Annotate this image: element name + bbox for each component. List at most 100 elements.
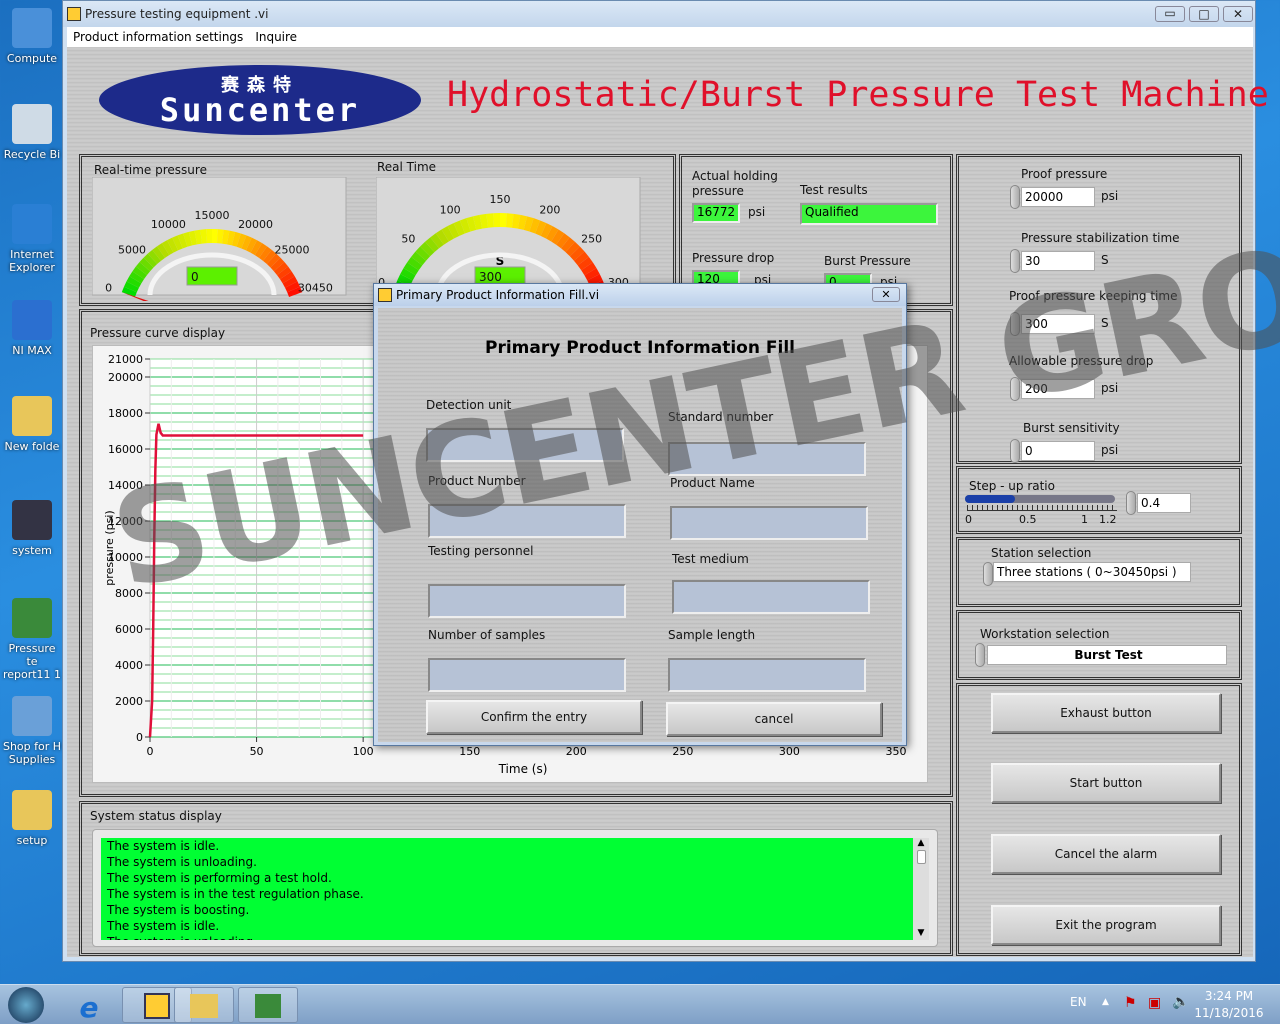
- dialog-title: Primary Product Information Fill.vi: [396, 288, 600, 302]
- setting-spinner[interactable]: [1010, 439, 1020, 463]
- y-tick-label: 8000: [115, 587, 143, 600]
- volume-icon[interactable]: 🔈: [1172, 994, 1189, 1010]
- dialog-field-input[interactable]: [428, 584, 626, 618]
- minimize-button[interactable]: ▭: [1155, 6, 1185, 22]
- y-tick-label: 20000: [108, 371, 143, 384]
- setting-spinner[interactable]: [1010, 377, 1020, 401]
- desktop-icon-label: system: [12, 544, 52, 557]
- setting-input[interactable]: 20000: [1021, 187, 1095, 207]
- dialog-field-input[interactable]: [670, 506, 868, 540]
- clock-time[interactable]: 3:24 PM: [1196, 989, 1262, 1003]
- menu-inquire[interactable]: Inquire: [249, 27, 303, 47]
- dialog-close-button[interactable]: ✕: [872, 287, 900, 302]
- dialog-field-input[interactable]: [426, 428, 624, 462]
- dialog-field-input[interactable]: [428, 504, 626, 538]
- station-spinner[interactable]: [983, 562, 993, 586]
- stepup-value[interactable]: 0.4: [1137, 493, 1191, 513]
- exit-program-button[interactable]: Exit the program: [991, 905, 1221, 945]
- workstation-select[interactable]: Burst Test: [987, 645, 1227, 665]
- status-list: The system is idle. The system is unloadi…: [101, 838, 913, 940]
- maximize-button[interactable]: □: [1189, 6, 1219, 22]
- y-tick-label: 14000: [108, 479, 143, 492]
- stepup-spinner[interactable]: [1126, 491, 1136, 515]
- gauge-arc-segment: [500, 213, 507, 228]
- status-scrollbar[interactable]: ▲ ▼: [913, 838, 929, 940]
- setting-input[interactable]: 30: [1021, 251, 1095, 271]
- exhaust-button[interactable]: Exhaust button: [991, 693, 1221, 733]
- buttons-panel: Exhaust button Start button Cancel the a…: [956, 683, 1242, 956]
- gauge-arc-segment: [206, 229, 212, 244]
- setting-label: Allowable pressure drop: [1009, 354, 1154, 368]
- station-select[interactable]: Three stations ( 0~30450psi ): [993, 562, 1191, 582]
- gauge-tick-label: 30450: [298, 281, 333, 294]
- setting-spinner[interactable]: [1010, 312, 1020, 336]
- desktop-icon[interactable]: Compute: [2, 8, 62, 65]
- gauge-tick-label: 20000: [238, 218, 273, 231]
- taskbar-explorer[interactable]: [174, 987, 234, 1023]
- desktop-icon[interactable]: system: [2, 500, 62, 557]
- taskbar-excel[interactable]: [238, 987, 298, 1023]
- gauge-tick-label: 150: [490, 193, 511, 206]
- close-button[interactable]: ✕: [1223, 6, 1253, 22]
- clock-date[interactable]: 11/18/2016: [1194, 1006, 1264, 1020]
- setting-spinner[interactable]: [1010, 249, 1020, 273]
- gauge-tick-label: 15000: [195, 209, 230, 222]
- internet-explorer-icon[interactable]: e: [72, 991, 106, 1024]
- setting-input[interactable]: 200: [1021, 379, 1095, 399]
- desktop-icon[interactable]: Shop for H Supplies: [2, 696, 62, 766]
- setting-input[interactable]: 0: [1021, 441, 1095, 461]
- start-button[interactable]: Start button: [991, 763, 1221, 803]
- status-line: The system is in the test regulation pha…: [107, 887, 364, 901]
- stepup-scale: [967, 505, 1117, 511]
- holding-pressure-label: Actual holding pressure: [692, 169, 778, 198]
- confirm-entry-button[interactable]: Confirm the entry: [426, 700, 642, 734]
- stepup-slider[interactable]: [965, 495, 1115, 503]
- dialog-field-input[interactable]: [668, 658, 866, 692]
- show-hidden-icons[interactable]: ▲: [1102, 997, 1109, 1007]
- desktop-icon[interactable]: New folde: [2, 396, 62, 453]
- x-tick-label: 50: [250, 745, 264, 758]
- dialog-cancel-button[interactable]: cancel: [666, 702, 882, 736]
- menu-product-information-settings[interactable]: Product information settings: [67, 27, 249, 47]
- setting-input[interactable]: 300: [1021, 314, 1095, 334]
- setting-label: Proof pressure keeping time: [1009, 289, 1178, 303]
- network-icon[interactable]: ▣: [1148, 995, 1161, 1011]
- dialog-field-input[interactable]: [428, 658, 626, 692]
- desktop-icon[interactable]: setup: [2, 790, 62, 847]
- holding-pressure-value: 16772: [692, 203, 740, 223]
- pressure-gauge: 050001000015000200002500030450psi0: [92, 177, 347, 301]
- action-center-icon[interactable]: ⚑: [1124, 995, 1137, 1011]
- dialog-field-input[interactable]: [672, 580, 870, 614]
- setting-spinner[interactable]: [1010, 185, 1020, 209]
- setting-label: Pressure stabilization time: [1021, 231, 1180, 245]
- desktop-icon[interactable]: Recycle Bi: [2, 104, 62, 161]
- stepup-tick: 1: [1081, 513, 1088, 526]
- labview-icon: [67, 7, 81, 21]
- dialog-field-input[interactable]: [668, 442, 866, 476]
- y-tick-label: 21000: [108, 353, 143, 366]
- suncenter-logo: 赛森特 Suncenter: [99, 65, 421, 135]
- status-line: The system is idle.: [107, 919, 220, 933]
- machine-title: Hydrostatic/Burst Pressure Test Machine: [447, 75, 1269, 115]
- desktop-icon[interactable]: Internet Explorer: [2, 204, 62, 274]
- cancel-alarm-button[interactable]: Cancel the alarm: [991, 834, 1221, 874]
- dialog-field-label: Standard number: [668, 410, 774, 424]
- gauge-tick-label: 10000: [151, 218, 186, 231]
- gauge-tick-label: 5000: [118, 244, 146, 257]
- product-info-dialog: Primary Product Information Fill.vi ✕ Pr…: [373, 283, 907, 746]
- title-bar: Pressure testing equipment .vi ▭ □ ✕: [63, 1, 1255, 27]
- test-results-value: Qualified: [800, 203, 938, 225]
- desktop-icon[interactable]: Pressure te report11 1: [2, 598, 62, 681]
- setting-unit: psi: [1101, 189, 1119, 203]
- dialog-field-label: Product Name: [670, 476, 755, 490]
- workstation-spinner[interactable]: [975, 643, 985, 667]
- status-line: The system is unloading.: [107, 855, 257, 869]
- setting-label: Burst sensitivity: [1023, 421, 1120, 435]
- excel-file-icon: [12, 598, 52, 638]
- station-label: Station selection: [991, 546, 1092, 560]
- start-button-icon[interactable]: [8, 987, 44, 1023]
- language-indicator[interactable]: EN: [1070, 995, 1087, 1009]
- chart-title: Pressure curve display: [90, 326, 226, 340]
- desktop-icon[interactable]: NI MAX: [2, 300, 62, 357]
- stepup-tick: 1.2: [1099, 513, 1117, 526]
